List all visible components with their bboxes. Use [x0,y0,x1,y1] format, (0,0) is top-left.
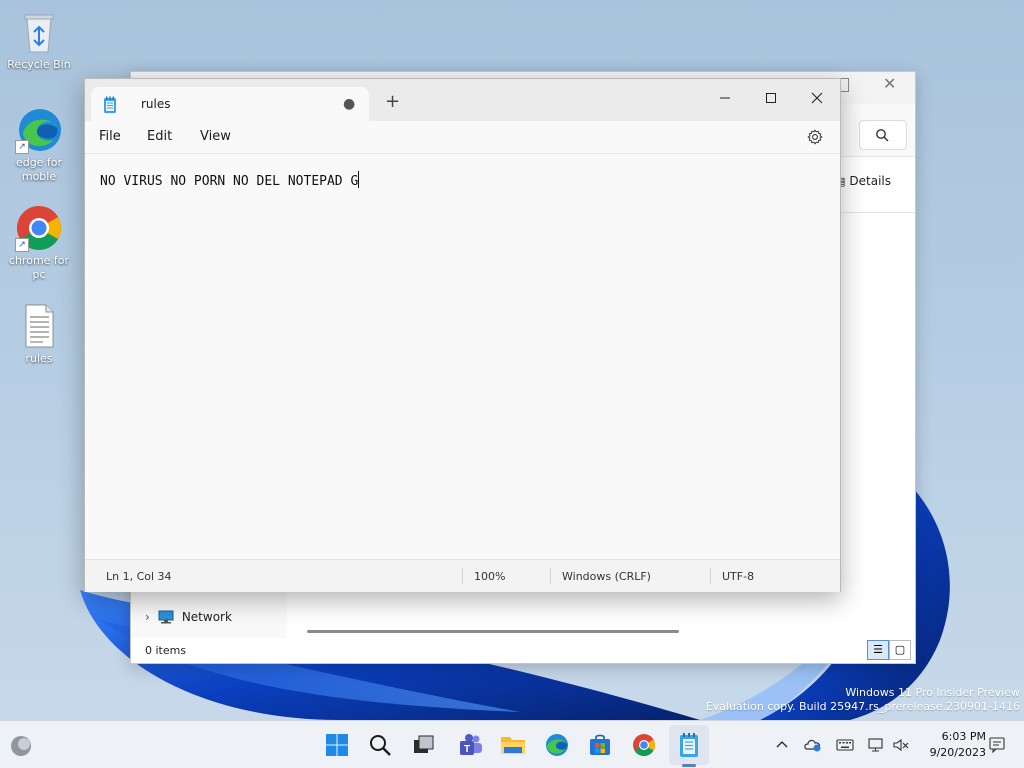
close-icon [811,92,823,104]
keyboard-button[interactable] [835,735,855,755]
file-explorer-icon [501,737,525,754]
monitor-network-icon [868,738,883,752]
notepad-text-area[interactable]: NO VIRUS NO PORN NO DEL NOTEPAD G [85,154,840,558]
network-status[interactable] [867,735,887,755]
notepad-window[interactable]: rules ● + File Edit View NO VIRUS NO POR… [84,78,841,592]
store-icon [590,734,610,755]
start-icon [326,734,348,756]
search-icon [370,735,391,756]
explorer-close-icon[interactable]: ✕ [883,74,896,93]
minimize-button[interactable] [702,83,748,113]
desktop: Recycle Bin ↗ edge for moble ↗ chrome fo… [0,0,1024,768]
minimize-icon [720,97,730,99]
search-button[interactable] [366,731,394,759]
tiles-view-icon: ▢ [894,643,906,656]
details-button[interactable]: ▤Details [835,174,891,188]
notification-icon [989,737,1005,754]
menu-view[interactable]: View [200,129,231,144]
volume-status[interactable] [891,735,911,755]
chevron-up-icon [776,741,788,748]
notepad-statusbar: Ln 1, Col 34 100% Windows (CRLF) UTF-8 [85,559,840,592]
desktop-icon-recycle-bin[interactable]: Recycle Bin [3,8,75,72]
editor-content: NO VIRUS NO PORN NO DEL NOTEPAD G [100,171,360,189]
show-hidden-icons-button[interactable] [772,735,792,755]
shortcut-arrow-icon: ↗ [15,140,29,154]
task-view-icon [414,735,434,753]
svg-text:T: T [464,744,470,755]
chevron-right-icon: › [145,610,150,624]
shortcut-arrow-icon: ↗ [15,238,29,252]
edge-icon: ↗ [15,106,63,154]
teams-button[interactable]: T [456,731,484,759]
menu-file[interactable]: File [99,129,121,144]
store-button[interactable] [586,731,614,759]
explorer-status: 0 items [145,644,187,657]
desktop-icon-label: edge for moble [15,156,63,183]
file-explorer-button[interactable] [499,731,527,759]
speaker-muted-icon [893,738,909,752]
tiles-view-button[interactable]: ▢ [889,640,911,660]
horizontal-scrollbar[interactable] [307,630,679,633]
cursor-position: Ln 1, Col 34 [106,570,172,583]
onedrive-status[interactable] [803,735,823,755]
encoding[interactable]: UTF-8 [722,570,754,583]
list-view-icon: ☰ [873,643,883,656]
widgets-button[interactable] [8,733,34,759]
line-ending[interactable]: Windows (CRLF) [562,570,651,583]
zoom-level[interactable]: 100% [474,570,505,583]
edge-icon [546,734,568,756]
start-button[interactable] [323,731,351,759]
recycle-bin-icon [15,8,63,56]
divider [550,568,551,584]
clock-date: 9/20/2023 [929,746,986,759]
search-icon [876,129,889,142]
weather-icon [11,736,31,756]
keyboard-icon [836,739,854,751]
unsaved-dot-icon[interactable]: ● [343,96,355,112]
tab-title: rules [141,97,171,111]
explorer-search-box[interactable] [859,120,907,150]
task-view-button[interactable] [409,731,437,759]
text-caret [358,171,360,188]
desktop-icon-chrome[interactable]: ↗ chrome for pc [3,204,75,282]
notifications-button[interactable] [987,735,1007,755]
menu-edit[interactable]: Edit [147,129,172,144]
notepad-icon [104,96,116,113]
network-icon [158,610,174,624]
nav-item-network[interactable]: › Network [145,610,232,624]
divider [710,568,711,584]
maximize-button[interactable] [748,83,794,113]
taskbar-clock[interactable]: 6:03 PM 9/20/2023 [920,729,986,761]
notepad-taskbar-button[interactable] [675,731,703,759]
edge-button[interactable] [543,731,571,759]
teams-icon: T [460,734,482,755]
new-tab-button[interactable]: + [385,93,400,111]
desktop-icon-edge[interactable]: ↗ edge for moble [3,106,75,184]
desktop-icon-label: rules [25,352,53,365]
desktop-icon-rules[interactable]: rules [3,302,75,366]
cloud-sync-icon [804,739,821,752]
divider [462,568,463,584]
chrome-icon: ↗ [15,204,63,252]
notepad-titlebar[interactable]: rules ● + [85,79,840,121]
active-app-indicator [682,764,696,767]
desktop-icon-label: chrome for pc [8,254,70,281]
desktop-icon-label: Recycle Bin [7,58,71,71]
evaluation-watermark: Windows 11 Pro Insider Preview Evaluatio… [705,686,1020,713]
clock-time: 6:03 PM [941,730,986,743]
maximize-icon [766,93,776,103]
notepad-icon [680,733,698,757]
tab-rules[interactable]: rules ● [91,87,369,121]
text-file-icon [15,302,63,350]
chrome-icon [633,734,655,756]
close-button[interactable] [794,83,840,113]
taskbar: T 6:03 PM 9/20/2023 [0,720,1024,768]
notepad-menubar: File Edit View [85,121,840,154]
chrome-button[interactable] [630,731,658,759]
details-view-button[interactable]: ☰ [867,640,889,660]
gear-icon[interactable] [807,129,823,145]
